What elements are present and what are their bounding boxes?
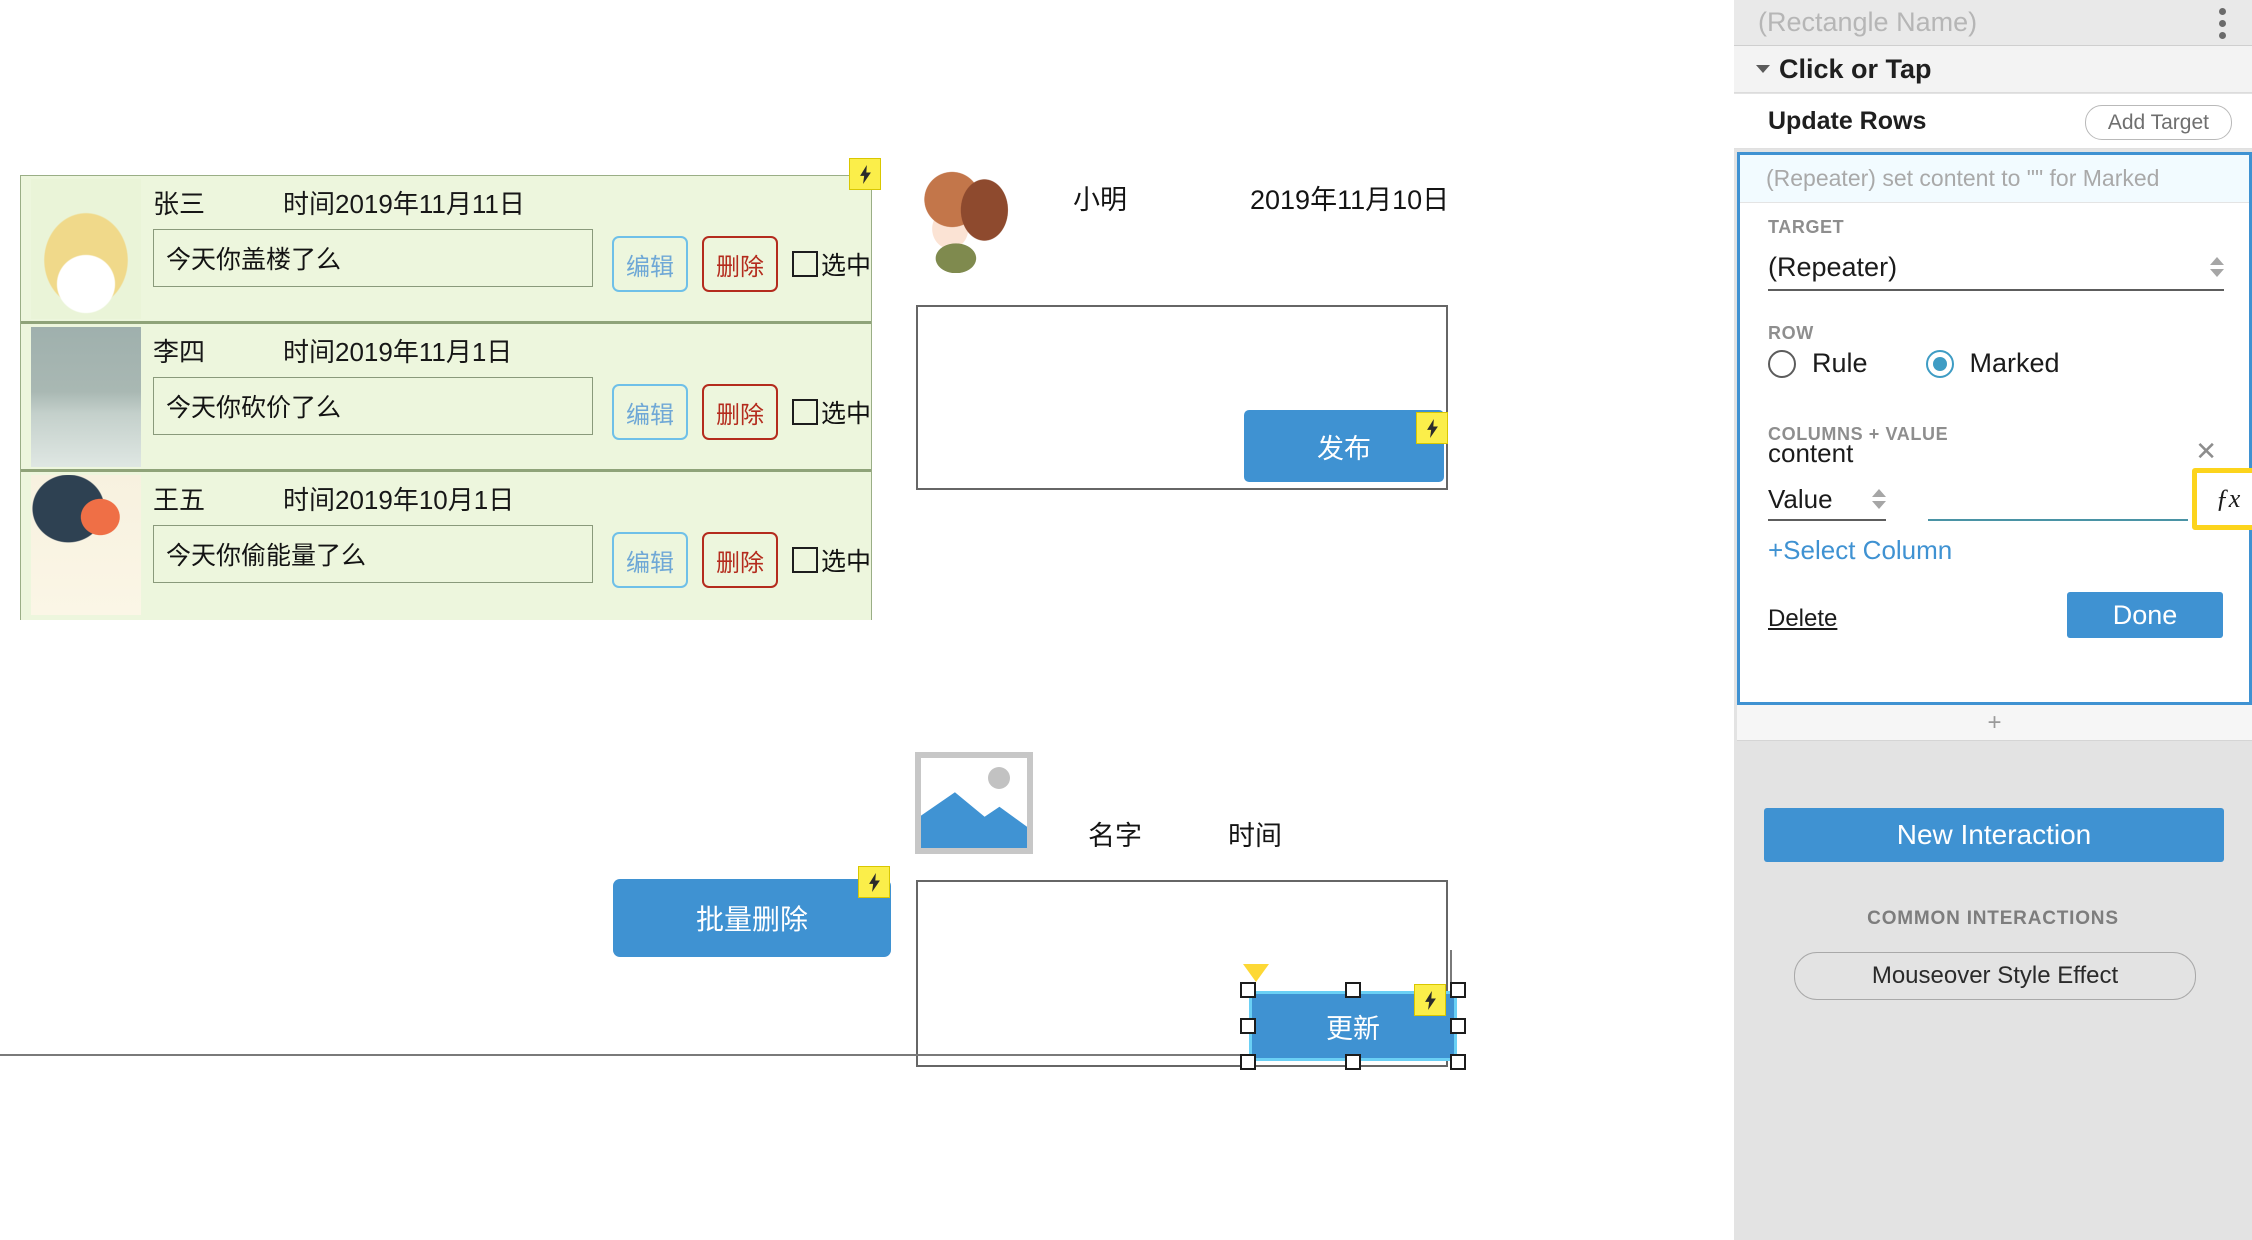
row-name: 李四 — [153, 337, 206, 367]
select-checkbox[interactable]: 选中 — [791, 542, 871, 578]
name-label: 名字 — [1088, 821, 1142, 851]
checkbox-label: 选中 — [820, 548, 871, 576]
edit-button[interactable]: 编辑 — [611, 384, 688, 440]
resize-handle[interactable] — [1240, 1018, 1256, 1034]
row-content-input[interactable]: 今天你偷能量了么 — [153, 525, 593, 583]
target-section-label: TARGET — [1768, 217, 1845, 237]
batch-delete-button[interactable]: 批量删除 — [613, 879, 891, 957]
radio-label: Rule — [1812, 348, 1868, 378]
chevron-updown-icon[interactable] — [2210, 257, 2224, 277]
radio-label: Marked — [1969, 348, 2060, 378]
row-name: 张三 — [153, 189, 206, 219]
post-name-label: 小明 — [1073, 185, 1127, 215]
panel-title-bar: (Rectangle Name) — [1734, 0, 2252, 45]
resize-handle[interactable] — [1450, 982, 1466, 998]
close-icon[interactable]: ✕ — [2195, 436, 2217, 467]
fx-button[interactable]: ƒx — [2192, 468, 2252, 530]
new-interaction-button[interactable]: New Interaction — [1764, 808, 2224, 862]
row-time: 时间2019年11月1日 — [283, 337, 513, 367]
delete-button[interactable]: 删除 — [701, 532, 778, 588]
chevron-updown-icon[interactable] — [1872, 489, 1886, 509]
avatar — [31, 327, 141, 467]
event-label: Click or Tap — [1779, 53, 1932, 84]
row-name: 王五 — [153, 485, 206, 515]
resize-handle[interactable] — [1345, 982, 1361, 998]
lightning-bolt-icon[interactable] — [849, 158, 881, 190]
edit-button[interactable]: 编辑 — [611, 236, 688, 292]
row-content-input[interactable]: 今天你砍价了么 — [153, 377, 593, 435]
target-select[interactable]: (Repeater) — [1768, 245, 2224, 291]
action-summary: (Repeater) set content to "" for Marked — [1740, 155, 2249, 203]
rotate-handle-icon[interactable] — [1243, 964, 1269, 982]
table-row[interactable]: 张三 时间2019年11月11日 今天你盖楼了么 编辑 删除 选中 — [21, 176, 871, 324]
design-canvas[interactable]: 张三 时间2019年11月11日 今天你盖楼了么 编辑 删除 选中 李四 时间2… — [0, 0, 1734, 1240]
radio-rule[interactable]: Rule — [1768, 348, 1868, 379]
caret-down-icon[interactable] — [1756, 65, 1770, 73]
radio-icon[interactable] — [1768, 349, 1796, 378]
select-column-link[interactable]: +Select Column — [1768, 535, 1952, 566]
select-checkbox[interactable]: 选中 — [791, 394, 871, 430]
resize-handle[interactable] — [1240, 982, 1256, 998]
resize-handle[interactable] — [1450, 1018, 1466, 1034]
edit-button[interactable]: 编辑 — [611, 532, 688, 588]
avatar — [31, 179, 141, 319]
image-placeholder-icon[interactable] — [915, 752, 1033, 854]
resize-handle[interactable] — [1240, 1054, 1256, 1070]
radio-icon-selected[interactable] — [1925, 349, 1954, 378]
action-row-update-rows[interactable]: Update Rows Add Target — [1734, 94, 2252, 149]
value-type-select[interactable]: Value — [1768, 479, 1886, 521]
add-target-button[interactable]: Add Target — [2084, 105, 2232, 140]
more-options-icon[interactable] — [2210, 6, 2234, 40]
publish-button[interactable]: 发布 — [1244, 410, 1444, 482]
row-time: 时间2019年10月1日 — [283, 485, 515, 515]
row-content-input[interactable]: 今天你盖楼了么 — [153, 229, 593, 287]
checkbox-label: 选中 — [820, 400, 871, 428]
row-time: 时间2019年11月11日 — [283, 189, 525, 219]
delete-button[interactable]: 删除 — [701, 236, 778, 292]
checkbox-label: 选中 — [820, 252, 871, 280]
interactions-panel[interactable]: (Rectangle Name) Click or Tap Update Row… — [1734, 0, 2252, 1240]
value-type: Value — [1768, 483, 1833, 514]
delete-button[interactable]: 删除 — [701, 384, 778, 440]
mouseover-style-effect-button[interactable]: Mouseover Style Effect — [1794, 952, 2196, 1000]
lightning-bolt-icon[interactable] — [1416, 412, 1448, 444]
mountain-icon — [921, 792, 1027, 848]
time-label: 时间 — [1228, 821, 1282, 851]
row-section-label: ROW — [1768, 323, 1814, 343]
column-name: content — [1768, 438, 1854, 468]
table-row[interactable]: 李四 时间2019年11月1日 今天你砍价了么 编辑 删除 选中 — [21, 324, 871, 472]
checkbox-icon[interactable] — [791, 399, 818, 425]
add-action-strip[interactable]: + — [1737, 705, 2252, 741]
event-row-click-or-tap[interactable]: Click or Tap — [1734, 46, 2252, 93]
action-summary-text: (Repeater) set content to "" for Marked — [1766, 165, 2160, 191]
common-interactions-label: COMMON INTERACTIONS — [1867, 908, 2119, 929]
post-date-label: 2019年11月10日 — [1250, 185, 1450, 215]
fx-icon: ƒx — [2215, 484, 2241, 513]
checkbox-icon[interactable] — [791, 547, 818, 573]
done-button[interactable]: Done — [2067, 592, 2223, 638]
action-editor-card[interactable]: (Repeater) set content to "" for Marked … — [1737, 152, 2252, 705]
target-value: (Repeater) — [1768, 251, 1898, 282]
avatar — [31, 475, 141, 615]
sun-icon — [988, 767, 1011, 789]
alignment-guide-horizontal — [0, 1054, 1249, 1056]
lightning-bolt-icon[interactable] — [1414, 984, 1446, 1016]
action-label: Update Rows — [1768, 106, 1927, 135]
resize-handle[interactable] — [1450, 1054, 1466, 1070]
repeater-widget[interactable]: 张三 时间2019年11月11日 今天你盖楼了么 编辑 删除 选中 李四 时间2… — [20, 175, 872, 620]
radio-marked[interactable]: Marked — [1925, 348, 2060, 379]
table-row[interactable]: 王五 时间2019年10月1日 今天你偷能量了么 编辑 删除 选中 — [21, 472, 871, 620]
row-radio-group[interactable]: Rule Marked — [1768, 348, 2060, 379]
avatar — [916, 168, 1011, 273]
select-checkbox[interactable]: 选中 — [791, 246, 871, 282]
lightning-bolt-icon[interactable] — [858, 866, 890, 898]
value-input[interactable] — [1928, 479, 2188, 521]
delete-action-link[interactable]: Delete — [1768, 605, 1837, 633]
checkbox-icon[interactable] — [791, 251, 818, 277]
widget-name-field[interactable]: (Rectangle Name) — [1758, 7, 1977, 38]
resize-handle[interactable] — [1345, 1054, 1361, 1070]
